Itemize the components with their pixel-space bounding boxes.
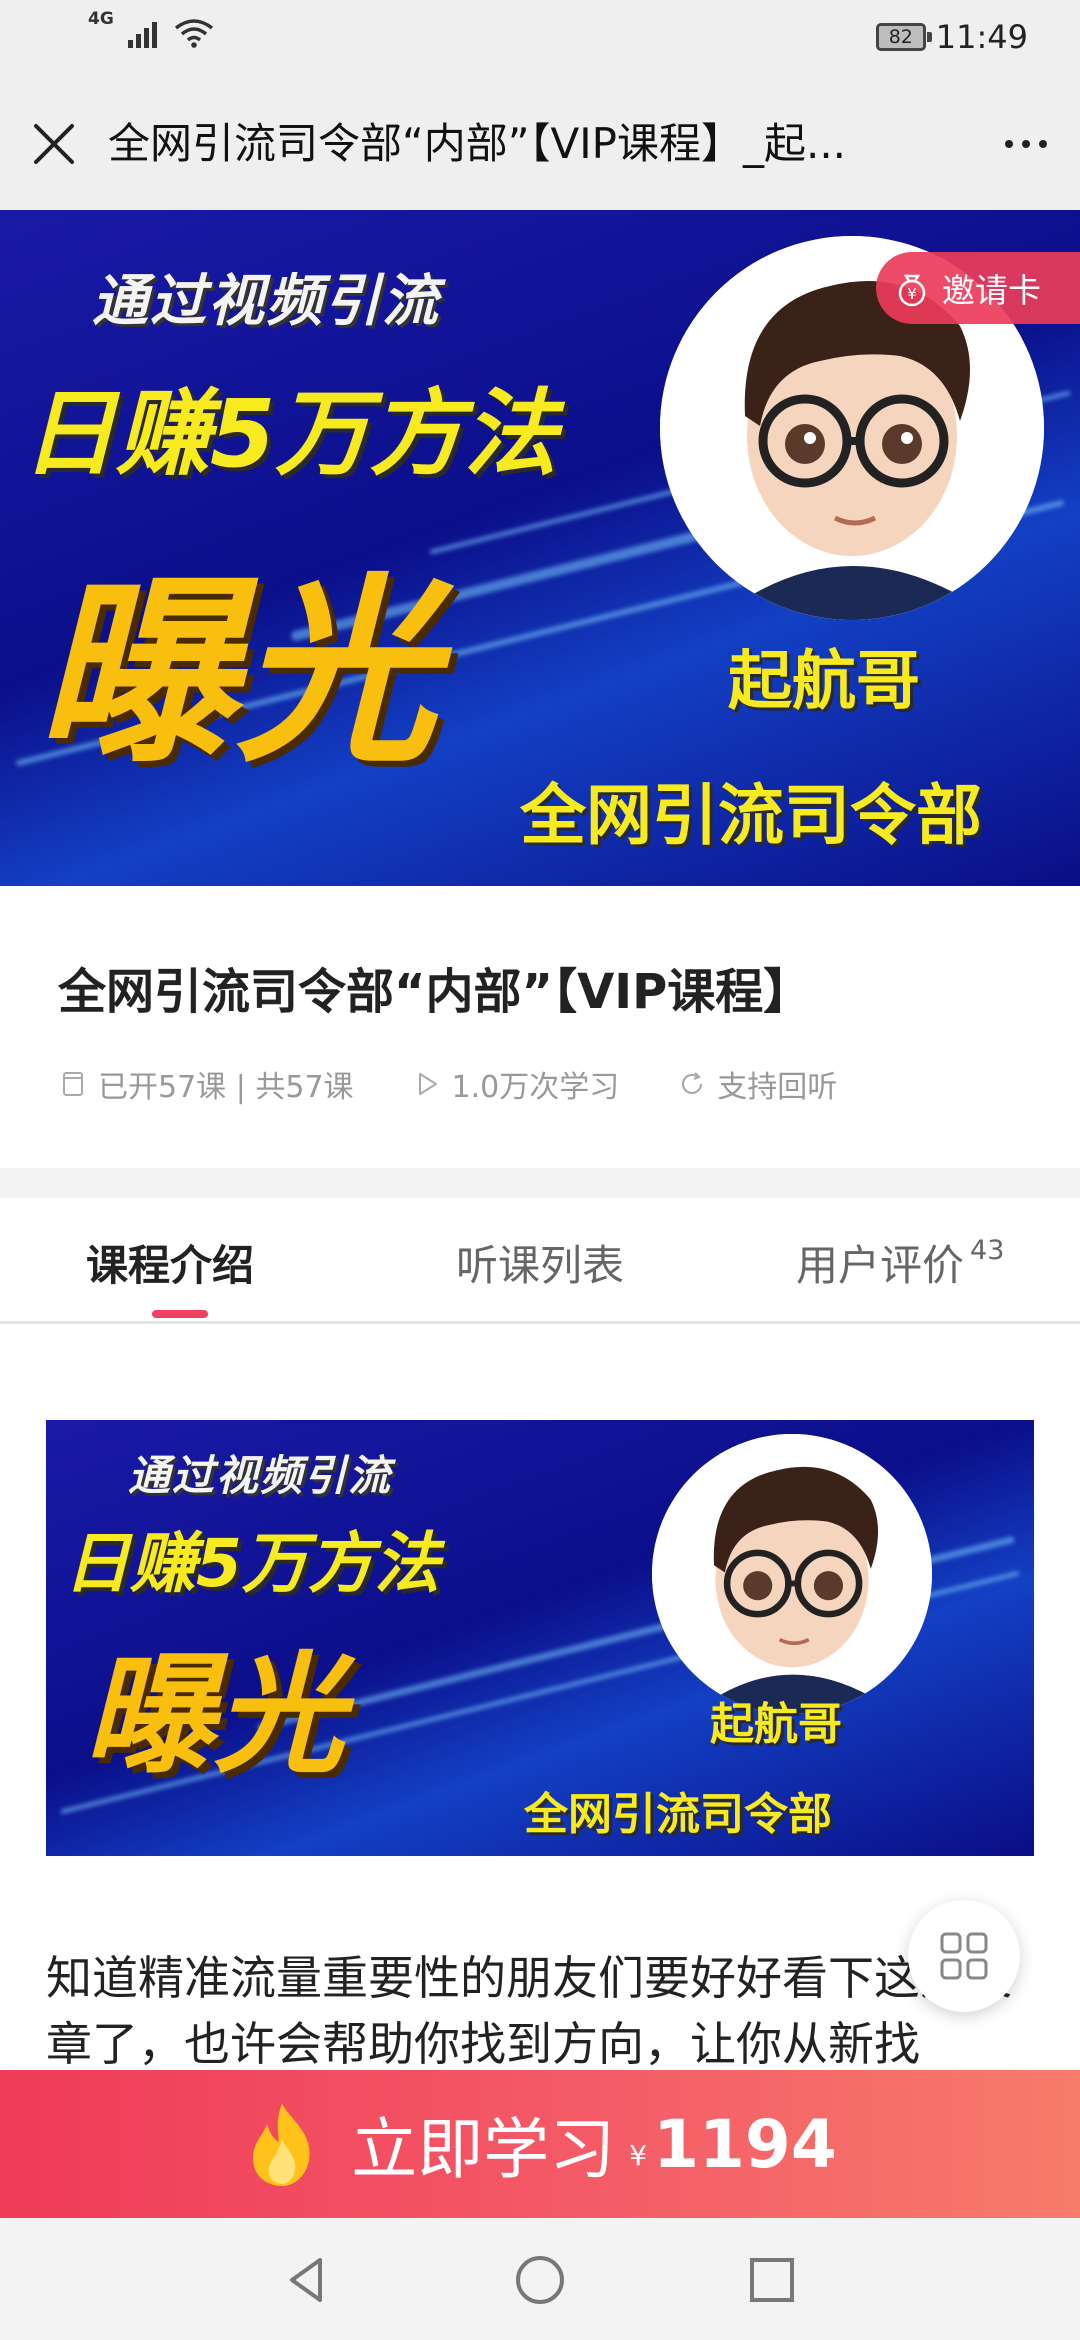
signal-icon (127, 22, 157, 48)
tab-user-reviews-label: 用户评价 (796, 1241, 965, 1290)
more-dot-icon (1005, 140, 1013, 148)
document-icon (63, 1072, 83, 1096)
section-separator (0, 1168, 1080, 1198)
price: 1194 (653, 2105, 837, 2183)
play-icon (418, 1073, 437, 1095)
replay-support-text: 支持回听 (717, 1070, 838, 1105)
content-banner-line3: 曝光 (84, 1639, 345, 1791)
system-nav-bar (0, 2218, 1080, 2340)
network-type: 4G (88, 9, 114, 29)
tab-lesson-list-label: 听课列表 (456, 1241, 625, 1290)
status-right: 82 11:49 (875, 18, 1028, 56)
replay-icon (682, 1072, 703, 1095)
tab-user-reviews[interactable]: 用户评价 43 (796, 1232, 1004, 1293)
grid-icon (940, 1932, 988, 1980)
content-banner-line2: 日赚5万方法 (64, 1525, 440, 1602)
close-button[interactable] (24, 114, 84, 174)
banner-brand: 全网引流司令部 (520, 777, 982, 854)
close-icon (34, 124, 74, 164)
tab-course-intro[interactable]: 课程介绍 (86, 1232, 254, 1293)
title-bar: 全网引流司令部“内部”【VIP课程】_起... (0, 80, 1080, 210)
course-meta: 已开57课 | 共57课 1.0万次学习 支持回听 (58, 1062, 837, 1106)
active-tab-indicator (152, 1310, 208, 1318)
banner-line2: 日赚5万方法 (22, 380, 558, 489)
study-now-label: 立即学习 (351, 2111, 616, 2188)
invite-card-label: 邀请卡 (942, 271, 1041, 310)
intro-image: 通过视频引流 日赚5万方法 曝光 起航哥 全网引流司令部 (46, 1420, 1034, 1856)
more-dot-icon (1039, 140, 1047, 148)
grid-menu-button[interactable] (908, 1900, 1020, 2012)
content-avatar (652, 1434, 932, 1714)
course-cover-banner: 通过视频引流 日赚5万方法 曝光 起航哥 全网引流司令部 ¥ 邀请卡 (0, 210, 1080, 886)
status-left: 4G (88, 11, 214, 48)
battery-level: 82 (888, 26, 913, 48)
flame-icon (253, 2104, 310, 2186)
tab-bar: 课程介绍 听课列表 用户评价 43 (0, 1198, 1080, 1324)
wifi-icon (174, 19, 213, 48)
more-dot-icon (1022, 140, 1030, 148)
replay-support: 支持回听 (677, 1062, 837, 1106)
review-count: 43 (970, 1235, 1005, 1266)
tab-lesson-list[interactable]: 听课列表 (456, 1232, 624, 1293)
lesson-count: 已开57课 | 共57课 (58, 1062, 354, 1106)
learner-count-text: 1.0万次学习 (451, 1070, 620, 1105)
learner-count: 1.0万次学习 (412, 1062, 620, 1106)
cartoon-avatar-icon (652, 1434, 932, 1714)
invite-card-button[interactable]: ¥ 邀请卡 (876, 252, 1080, 324)
status-bar: 4G 82 11:49 (0, 0, 1080, 80)
content-banner-brand: 全网引流司令部 (524, 1789, 832, 1840)
banner-line3: 曝光 (36, 557, 437, 790)
recents-square-icon (750, 2258, 794, 2302)
page-title: 全网引流司令部“内部”【VIP课程】_起... (108, 119, 847, 168)
study-now-button[interactable]: 立即学习 ¥ 1194 (0, 2070, 1080, 2218)
recents-nav-button[interactable] (744, 2252, 800, 2308)
svg-text:¥: ¥ (907, 285, 917, 303)
banner-name: 起航哥 (728, 645, 920, 719)
more-button[interactable] (996, 114, 1056, 174)
intro-text: 知道精准流量重要性的朋友们要好好看下这篇文章了，也许会帮助你找到方向，让你从新找 (46, 1951, 1012, 2071)
home-nav-button[interactable] (512, 2252, 568, 2308)
content-banner-name: 起航哥 (710, 1699, 842, 1750)
tab-course-intro-label: 课程介绍 (86, 1241, 255, 1290)
money-bag-icon: ¥ (898, 274, 926, 307)
battery-icon: 82 (875, 23, 932, 51)
course-title: 全网引流司令部“内部”【VIP课程】 (58, 964, 812, 1020)
banner-line1: 通过视频引流 (92, 269, 440, 334)
home-circle-icon (516, 2256, 564, 2304)
clock: 11:49 (935, 18, 1028, 56)
currency-symbol: ¥ (629, 2138, 648, 2172)
back-triangle-icon (290, 2258, 322, 2302)
back-nav-button[interactable] (280, 2252, 336, 2308)
lesson-count-text: 已开57课 | 共57课 (98, 1070, 354, 1105)
content-banner-line1: 通过视频引流 (128, 1451, 393, 1500)
